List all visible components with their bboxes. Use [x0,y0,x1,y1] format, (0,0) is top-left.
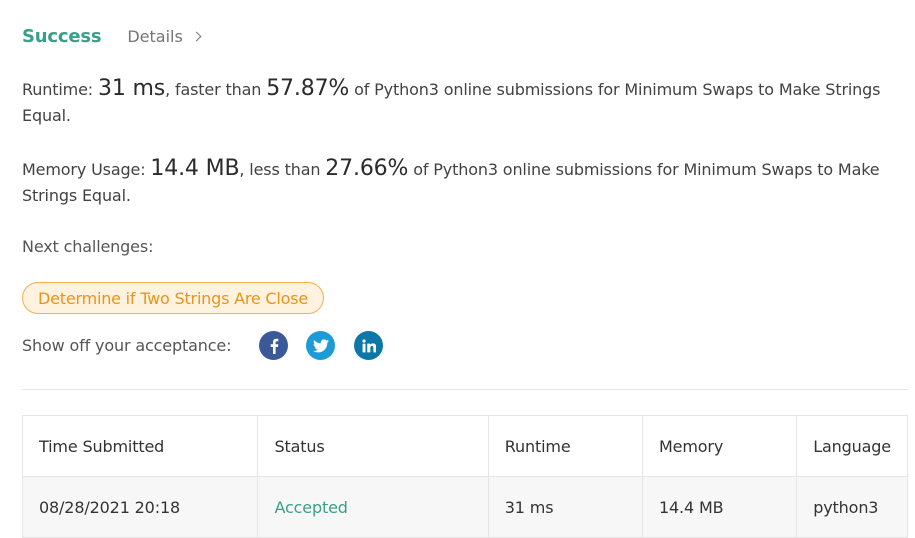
cell-runtime: 31 ms [487,476,644,538]
runtime-label: Runtime: [22,80,94,99]
share-label: Show off your acceptance: [22,336,232,355]
memory-comparison: , less than [239,160,321,179]
memory-percent: 27.66% [325,156,409,181]
header-memory: Memory [641,415,798,477]
facebook-icon [270,338,278,354]
details-link[interactable]: Details [127,27,202,46]
cell-status-link[interactable]: Accepted [257,476,489,538]
submissions-table: Time Submitted Status Runtime Memory Lan… [21,415,908,538]
facebook-share-button[interactable] [259,331,288,360]
header-runtime: Runtime [487,415,644,477]
next-challenge-button[interactable]: Determine if Two Strings Are Close [22,282,324,314]
runtime-summary: Runtime: 31 ms, faster than 57.87% of Py… [22,76,882,129]
cell-memory: 14.4 MB [641,476,798,538]
next-challenges-label: Next challenges: [22,237,154,256]
details-label: Details [127,27,183,46]
linkedin-icon [361,338,376,352]
header-language: Language [796,415,908,477]
result-header: Success Details [22,26,202,47]
table-row[interactable]: 08/28/2021 20:18 Accepted 31 ms 14.4 MB … [21,476,908,538]
runtime-value: 31 ms [97,76,166,101]
memory-value: 14.4 MB [150,156,240,181]
status-success: Success [22,26,102,47]
runtime-percent: 57.87% [266,76,350,101]
cell-language: python3 [796,476,908,538]
twitter-share-button[interactable] [306,331,335,360]
linkedin-share-button[interactable] [354,331,383,360]
header-status: Status [257,415,489,477]
header-time-submitted: Time Submitted [21,415,259,477]
memory-label: Memory Usage: [22,160,146,179]
divider [22,389,908,390]
chevron-right-icon [191,31,202,42]
memory-summary: Memory Usage: 14.4 MB, less than 27.66% … [22,156,882,209]
table-header-row: Time Submitted Status Runtime Memory Lan… [21,415,908,477]
cell-time-submitted: 08/28/2021 20:18 [21,476,259,538]
runtime-comparison: , faster than [165,80,262,99]
twitter-icon [312,338,329,352]
